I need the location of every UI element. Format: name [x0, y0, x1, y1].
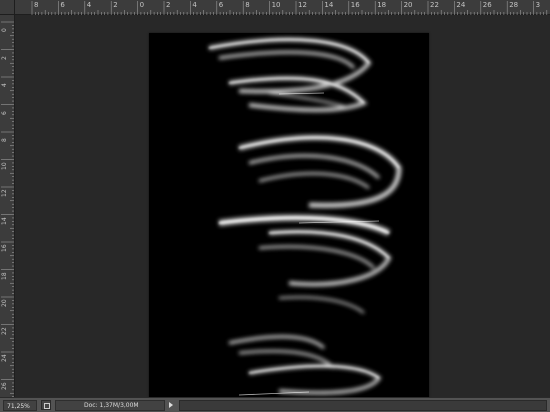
vertical-ruler[interactable]: 0 2 4 6 8 10 12 14 16 18 20 22 24 26 [0, 15, 15, 397]
ruler-ticks [1, 21, 14, 397]
zoom-level-field[interactable]: 71,25% [3, 399, 37, 411]
horizontal-ruler[interactable]: 8 6 4 2 0 2 4 6 8 10 12 14 16 18 20 22 24 26 28 3 [0, 0, 550, 15]
ruler-origin[interactable] [0, 0, 15, 15]
canvas-artwork [179, 37, 402, 396]
workspace [15, 15, 550, 408]
horizontal-scrollbar[interactable] [179, 399, 547, 411]
document-canvas[interactable] [149, 33, 429, 408]
ruler-ticks [31, 1, 548, 15]
arrow-right-icon[interactable] [167, 400, 175, 411]
document-info[interactable]: Doc: 1,37M/3,00M [55, 399, 165, 411]
proof-setup-icon[interactable] [41, 400, 51, 410]
status-bar: 71,25% Doc: 1,37M/3,00M [0, 397, 550, 412]
